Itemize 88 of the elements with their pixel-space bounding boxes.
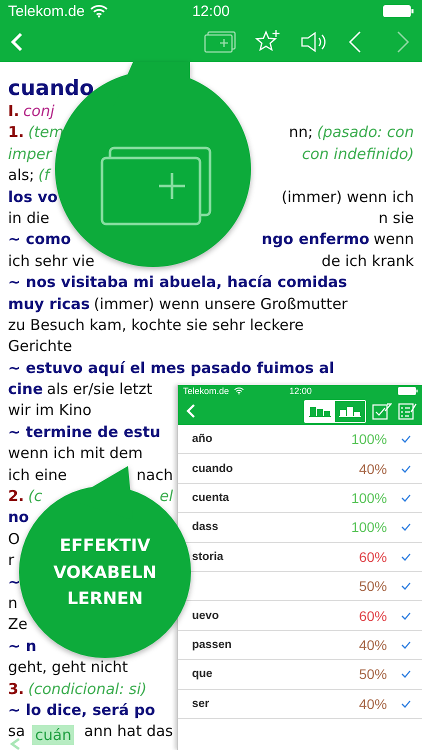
translation-text: in die [8,208,50,229]
usage-note: (c [28,486,42,508]
vocabulary-word: cuenta [192,492,230,504]
example-phrase: cine [8,379,43,400]
example-phrase: ~ estuvo aquí el mes pasado fuimos al [8,358,334,379]
score-percent: 60% [358,608,387,624]
sort-alphabetical-tab[interactable] [305,400,335,422]
translation-text: (immer) wenn ich [282,186,414,208]
cards-plus-icon [100,146,212,226]
usage-note: (tem [28,122,64,144]
translation-text: wenn ich mit dem [8,443,143,464]
translation-text: r [8,550,14,572]
translation-text: (immer) wenn unsere Großmutter [94,294,348,315]
carrier-name: Telekom.de [8,2,85,20]
edit-checklist-button[interactable] [372,402,392,420]
usage-note: (pasado: con [316,122,414,144]
translation-text: Ze [8,614,28,636]
sense-number: I. [8,101,20,122]
usage-note: (condicional: si) [28,678,147,700]
wifi-icon [90,4,108,18]
translation-text: ich eine [8,464,67,486]
vocabulary-word: storia [192,550,224,563]
score-percent: 100% [351,431,387,448]
status-time: 12:00 [192,2,230,20]
back-button[interactable] [186,403,196,419]
previous-button[interactable] [348,30,362,54]
bar-chart-icon [339,406,361,416]
translation-text: n [8,592,18,614]
score-percent: 40% [358,696,387,712]
battery-icon [383,4,414,18]
vocabulary-word: uevo [192,610,219,622]
translation-text: zu Besuch kam, kochte sie sehr leckere [8,314,304,336]
score-percent: 40% [358,460,387,477]
translation-text: ann hat das [84,721,173,742]
wifi-icon [234,387,244,395]
callout-text: EFFEKTIV VOKABELN LERNEN [52,535,158,611]
example-phrase: ~ nos visitaba mi abuela, hacía comidas [8,272,348,294]
translation-text: n sie [378,208,414,229]
example-phrase: ~ como [8,229,71,250]
score-percent: 50% [358,578,387,594]
translation-text: als er/sie letzt [46,379,152,400]
translation-text: wenn [373,229,414,250]
usage-note: el [160,486,173,508]
suggestion-chip[interactable]: cuán [32,725,74,745]
vocabulary-word: cuando [192,462,233,475]
translation-text: nach [136,464,173,486]
example-phrase: no [8,507,29,528]
score-percent: 60% [358,548,387,565]
translation-text: Gerichte [8,336,72,358]
translation-text: ich sehr vie [8,250,94,272]
vocabulary-word: dass [192,521,218,534]
score-percent: 100% [351,519,387,536]
sense-number: 1. [8,122,24,144]
headword: cuando [8,75,94,101]
vocabulary-word: que [192,668,212,680]
battery-icon [398,387,418,395]
edit-list-button[interactable] [398,402,418,420]
score-percent: 100% [351,490,387,506]
translation-text: als; [8,165,34,186]
translation-text: sa [8,721,26,742]
example-phrase: ~ lo dice, será po [8,700,156,721]
example-phrase: muy ricas [8,294,90,315]
usage-note: (f [38,165,50,186]
carrier-name: Telekom.de [183,386,230,396]
bar-chart-icon [309,406,331,416]
score-percent: 40% [358,636,387,653]
vocabulary-word: año [192,433,212,446]
vocabulary-word: passen [192,638,232,651]
example-phrase: los vo [8,186,58,208]
usage-note: con indefinido) [302,144,414,165]
example-phrase: ~ n [8,636,36,657]
add-flashcard-button[interactable] [204,31,236,53]
vocabulary-word: ser [192,698,210,710]
translation-text: de ich krank [322,250,414,272]
translation-text: O [8,528,20,550]
translation-text: geht, geht nicht [8,657,128,678]
status-time: 12:00 [289,386,312,396]
translation-text: wir im Kino [8,400,92,422]
example-phrase: ~ termine de estu [8,422,160,443]
back-button[interactable] [10,32,24,52]
grammar-label: conj [23,101,54,122]
score-percent: 50% [358,666,387,682]
example-phrase: ngo enfermo [262,229,370,250]
usage-note: imper [8,144,52,165]
translation-text: nn; [288,122,313,144]
sense-number: 2. [8,486,24,508]
sense-number: 3. [8,678,24,700]
example-phrase: ~ [8,572,21,593]
